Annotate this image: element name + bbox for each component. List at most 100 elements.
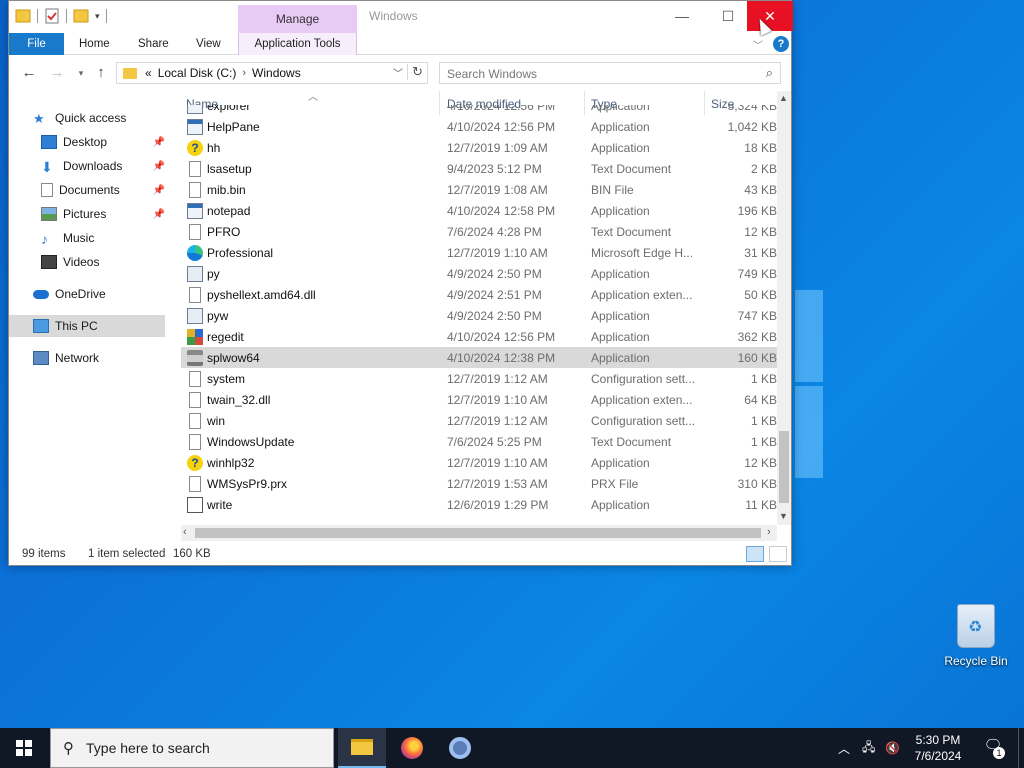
tab-application-tools[interactable]: Application Tools <box>238 33 357 55</box>
back-arrow-icon[interactable]: ← <box>19 63 39 83</box>
file-size: 12 KB <box>744 225 777 239</box>
forward-arrow-icon[interactable]: → <box>47 63 67 83</box>
file-row[interactable]: ? hh 12/7/2019 1:09 AM Application 18 KB <box>181 137 777 158</box>
taskbar-search-box[interactable]: ⚲ Type here to search <box>50 728 334 768</box>
refresh-icon[interactable]: ↻ <box>407 64 423 80</box>
details-view-button[interactable] <box>746 546 764 562</box>
file-row[interactable]: pyw 4/9/2024 2:50 PM Application 747 KB <box>181 305 777 326</box>
file-row[interactable]: splwow64 4/10/2024 12:38 PM Application 160… <box>181 347 777 368</box>
horizontal-scrollbar[interactable]: ‹ › <box>181 525 777 541</box>
maximize-button[interactable]: ☐ <box>705 1 751 31</box>
file-name: py <box>207 267 220 281</box>
file-row[interactable]: WindowsUpdate 7/6/2024 5:25 PM Text Docume… <box>181 431 777 452</box>
breadcrumb-windows[interactable]: Windows <box>252 66 301 80</box>
address-dropdown-chevron-icon[interactable]: ﹀ <box>393 65 403 80</box>
file-row[interactable]: WMSysPr9.prx 12/7/2019 1:53 AM PRX File 310… <box>181 473 777 494</box>
folder-icon[interactable] <box>15 7 31 25</box>
taskbar-file-explorer[interactable] <box>338 728 386 768</box>
tab-share[interactable]: Share <box>138 33 169 55</box>
tab-home[interactable]: Home <box>79 33 110 55</box>
up-arrow-icon[interactable]: ↑ <box>91 63 111 83</box>
pin-icon[interactable]: 📌 <box>153 185 165 196</box>
scroll-up-arrow-icon[interactable]: ▲ <box>779 93 788 103</box>
help-icon[interactable]: ? <box>773 36 789 52</box>
vertical-scrollbar-thumb[interactable] <box>779 431 789 503</box>
taskbar-chromium[interactable] <box>436 728 484 768</box>
breadcrumb-local-disk[interactable]: Local Disk (C:) <box>158 66 237 80</box>
sidebar-item-quick-access[interactable]: ★ Quick access <box>33 107 189 129</box>
new-folder-icon[interactable] <box>73 7 89 25</box>
tab-file[interactable]: File <box>9 33 64 55</box>
file-type: Application <box>591 309 650 323</box>
recent-locations-chevron-icon[interactable]: ▾ <box>71 63 91 83</box>
recycle-bin-shortcut[interactable]: Recycle Bin <box>940 600 1012 668</box>
file-row[interactable]: write 12/6/2019 1:29 PM Application 11 KB <box>181 494 777 515</box>
taskbar-firefox[interactable] <box>388 728 436 768</box>
sidebar-item-this-pc[interactable]: This PC <box>9 315 165 337</box>
chevron-right-icon[interactable]: › <box>242 67 246 79</box>
maximize-icon: ☐ <box>721 7 735 24</box>
file-row[interactable]: py 4/9/2024 2:50 PM Application 749 KB <box>181 263 777 284</box>
start-button[interactable] <box>0 728 48 768</box>
file-row[interactable]: lsasetup 9/4/2023 5:12 PM Text Document 2 K… <box>181 158 777 179</box>
pin-icon[interactable]: 📌 <box>153 137 165 148</box>
file-row[interactable]: notepad 4/10/2024 12:58 PM Application 196 … <box>181 200 777 221</box>
address-bar[interactable]: « Local Disk (C:) › Windows ﹀ ↻ <box>116 62 428 84</box>
file-type: Application <box>591 105 650 113</box>
cloud-icon <box>33 289 49 299</box>
file-row[interactable]: explorer 4/10/2024 12:56 PM Application 5,3… <box>181 105 777 116</box>
file-row[interactable]: HelpPane 4/10/2024 12:56 PM Application 1,0… <box>181 116 777 137</box>
document-icon <box>189 413 201 429</box>
file-row[interactable]: twain_32.dll 12/7/2019 1:10 AM Application… <box>181 389 777 410</box>
quick-access-toolbar: ▾ <box>15 7 107 25</box>
horizontal-scrollbar-thumb[interactable] <box>195 528 761 538</box>
sidebar-item-documents[interactable]: Documents 📌 <box>41 179 165 201</box>
sidebar-item-onedrive[interactable]: OneDrive <box>33 283 189 305</box>
minimize-button[interactable]: — <box>659 1 705 31</box>
expand-ribbon-chevron-icon[interactable]: ﹀ <box>753 37 763 52</box>
large-icons-view-button[interactable] <box>769 546 787 562</box>
sidebar-item-network[interactable]: Network <box>33 347 189 369</box>
sidebar-item-pictures[interactable]: Pictures 📌 <box>41 203 165 225</box>
volume-muted-icon[interactable]: 🔇 <box>885 728 900 768</box>
file-row[interactable]: PFRO 7/6/2024 4:28 PM Text Document 12 KB <box>181 221 777 242</box>
file-row[interactable]: pyshellext.amd64.dll 4/9/2024 2:51 PM Appl… <box>181 284 777 305</box>
file-row[interactable]: mib.bin 12/7/2019 1:08 AM BIN File 43 KB <box>181 179 777 200</box>
sidebar-item-label: This PC <box>55 319 98 333</box>
scroll-down-arrow-icon[interactable]: ▼ <box>779 511 788 521</box>
show-desktop-button[interactable] <box>1018 728 1024 768</box>
sidebar-item-videos[interactable]: Videos <box>41 251 165 273</box>
network-status-icon[interactable]: 🖧 <box>862 728 875 768</box>
file-row[interactable]: Professional 12/7/2019 1:10 AM Microsoft E… <box>181 242 777 263</box>
star-icon: ★ <box>33 111 45 126</box>
tab-view[interactable]: View <box>196 33 221 55</box>
file-type: Configuration sett... <box>591 414 696 428</box>
pin-icon[interactable]: 📌 <box>153 161 165 172</box>
status-item-count: 99 items <box>22 548 66 560</box>
search-input[interactable]: Search Windows ⌕ <box>439 62 781 84</box>
scroll-left-arrow-icon[interactable]: ‹ <box>183 526 187 538</box>
title-bar[interactable]: ▾ Manage Windows — ☐ ✕ <box>9 1 793 33</box>
file-row[interactable]: system 12/7/2019 1:12 AM Configuration set… <box>181 368 777 389</box>
sidebar-item-desktop[interactable]: Desktop 📌 <box>41 131 165 153</box>
sidebar-item-downloads[interactable]: ⬇ Downloads 📌 <box>41 155 165 177</box>
file-name: lsasetup <box>207 162 252 176</box>
scroll-right-arrow-icon[interactable]: › <box>767 526 771 538</box>
file-size: 43 KB <box>744 183 777 197</box>
file-row[interactable]: win 12/7/2019 1:12 AM Configuration sett..… <box>181 410 777 431</box>
manage-tab-header[interactable]: Manage <box>238 5 357 33</box>
sidebar-item-music[interactable]: ♪ Music <box>41 227 165 249</box>
file-type: Application exten... <box>591 288 693 302</box>
notification-center-icon[interactable]: 🗨 1 <box>982 736 1005 759</box>
file-row[interactable]: ? winhlp32 12/7/2019 1:10 AM Application 12 … <box>181 452 777 473</box>
clock-date: 7/6/2024 <box>914 749 962 763</box>
vertical-scrollbar[interactable]: ▲ ▼ <box>777 91 791 525</box>
edge-icon <box>187 245 203 261</box>
breadcrumb-overflow[interactable]: « <box>145 66 152 80</box>
pin-icon[interactable]: 📌 <box>153 209 165 220</box>
file-row[interactable]: regedit 4/10/2024 12:56 PM Application 362 … <box>181 326 777 347</box>
show-hidden-icons-chevron-icon[interactable]: ︿ <box>838 728 850 768</box>
clock[interactable]: 5:30 PM 7/6/2024 <box>904 732 972 764</box>
customize-toolbar-chevron-icon[interactable]: ▾ <box>95 11 100 22</box>
properties-check-icon[interactable] <box>44 7 60 25</box>
